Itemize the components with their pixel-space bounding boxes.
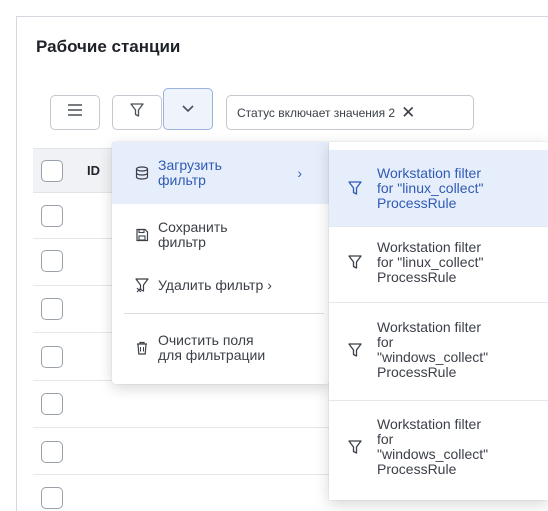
menu-item-label: Удалить фильтр [158,276,264,293]
filter-button[interactable] [112,95,162,130]
filter-icon [347,254,363,270]
filter-icon [347,342,363,358]
hamburger-icon [66,103,84,122]
saved-filter-label: Workstation filter for "windows_collect"… [377,319,489,380]
close-icon[interactable]: ✕ [401,104,415,121]
menu-item-label: Загрузить фильтр [158,157,222,188]
saved-filters-submenu: Workstation filter for "linux_collect" P… [329,142,548,500]
submenu-divider [329,400,548,401]
menu-item-label: Сохранить фильтр [158,219,228,250]
submenu-divider [329,302,548,303]
menu-divider [124,313,324,314]
row-checkbox[interactable] [41,250,63,272]
chevron-right-icon: › [297,164,302,181]
menu-item-clear-fields[interactable]: Очистить поля для фильтрации [112,325,330,371]
saved-filter-item[interactable]: Workstation filter for "linux_collect" P… [329,150,548,226]
row-checkbox[interactable] [41,298,63,320]
page-title: Рабочие станции [36,37,181,56]
saved-filter-label: Workstation filter for "windows_collect"… [377,416,489,477]
id-column-header[interactable]: ID [87,163,100,178]
saved-filter-item[interactable]: Workstation filter for "linux_collect" P… [329,227,548,297]
filter-icon [347,180,363,196]
saved-filter-label: Workstation filter for "linux_collect" P… [377,164,484,211]
filter-dropdown-button[interactable] [163,88,213,130]
status-filter-chip[interactable]: Статус включает значения 2 ✕ [226,95,474,130]
row-checkbox[interactable] [41,205,63,227]
chevron-down-icon [181,100,195,118]
filter-icon [347,439,363,455]
row-checkbox[interactable] [41,441,63,463]
saved-filter-label: Workstation filter for "linux_collect" P… [377,238,484,285]
row-checkbox[interactable] [41,487,63,509]
filter-icon [129,102,145,123]
chevron-right-icon: › [267,276,272,293]
menu-item-save-filter[interactable]: Сохранить фильтр [112,212,330,258]
row-checkbox[interactable] [41,346,63,368]
save-icon [134,228,150,242]
columns-menu-button[interactable] [50,95,100,130]
filter-menu: Загрузить фильтр › Сохранить фильтр Удал… [112,142,330,384]
saved-filter-item[interactable]: Workstation filter for "windows_collect"… [329,402,548,492]
row-checkbox[interactable] [41,393,63,415]
database-icon [134,166,150,180]
menu-item-load-filter[interactable]: Загрузить фильтр › [112,142,330,204]
trash-icon [134,341,150,355]
menu-item-delete-filter[interactable]: Удалить фильтр › [112,269,330,301]
select-all-checkbox[interactable] [41,160,63,182]
saved-filter-item[interactable]: Workstation filter for "windows_collect"… [329,305,548,395]
filter-remove-icon [134,277,150,293]
menu-item-label: Очистить поля для фильтрации [158,332,266,363]
chip-label: Статус включает значения 2 [237,105,396,120]
